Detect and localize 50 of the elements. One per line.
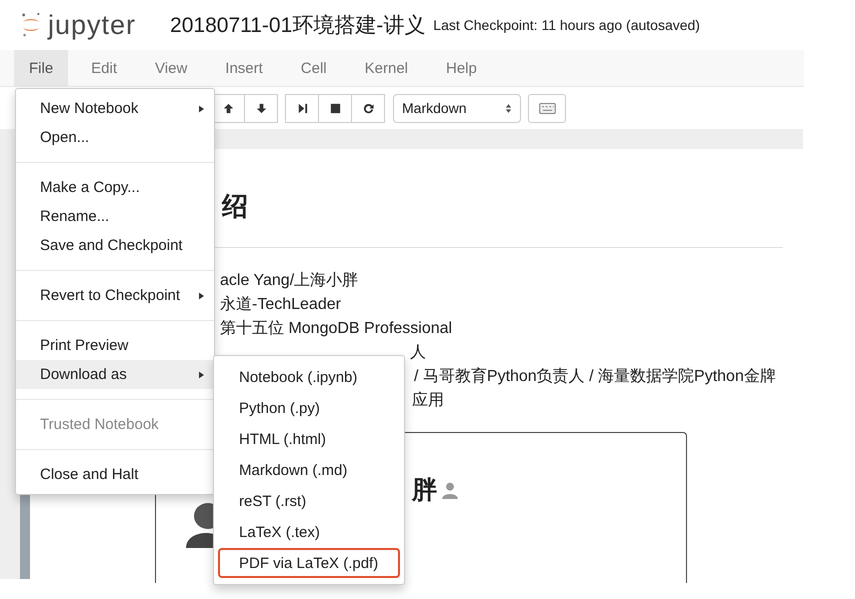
- menu-item[interactable]: Insert: [210, 50, 278, 86]
- text-line: acle Yang/上海小胖: [220, 270, 358, 291]
- menu-entry[interactable]: Revert to Checkpoint: [16, 281, 214, 310]
- menu-entry-label: Print Preview: [40, 337, 128, 354]
- checkpoint-status: Last Checkpoint: 11 hours ago (autosaved): [433, 17, 700, 33]
- menu-entry[interactable]: LaTeX (.tex): [218, 517, 400, 547]
- keyboard-icon: [538, 102, 556, 114]
- logo-icon: [20, 11, 42, 39]
- menu-entry[interactable]: reST (.rst): [218, 486, 400, 516]
- toolbar-button[interactable]: [244, 94, 278, 122]
- menu-entry[interactable]: Notebook (.ipynb): [218, 362, 400, 392]
- toolbar-button[interactable]: [318, 94, 352, 122]
- text-line: 应用: [412, 390, 444, 411]
- menu-item[interactable]: Edit: [76, 50, 132, 86]
- menu-item[interactable]: Help: [431, 50, 492, 86]
- menu-entry[interactable]: Python (.py): [218, 393, 400, 423]
- menu-entry[interactable]: HTML (.html): [218, 424, 400, 454]
- profile-name: 胖: [412, 475, 437, 506]
- notebook-title[interactable]: 20180711-01环境搭建-讲义: [170, 11, 426, 39]
- arrow-up-icon: [222, 102, 234, 114]
- menu-entry[interactable]: Open...: [16, 123, 214, 152]
- sort-caret-icon: [505, 102, 512, 114]
- menu-entry[interactable]: Print Preview: [16, 331, 214, 360]
- arrow-down-icon: [254, 102, 268, 114]
- menu-item[interactable]: View: [140, 50, 202, 86]
- text-line: 第十五位 MongoDB Professional: [220, 318, 452, 339]
- menu-entry-label: New Notebook: [40, 100, 138, 117]
- menu-entry-label: Trusted Notebook: [40, 416, 159, 433]
- menu-entry-label: Close and Halt: [40, 466, 138, 483]
- menu-entry[interactable]: PDF via LaTeX (.pdf): [218, 548, 400, 578]
- menu-entry-label: Open...: [40, 129, 90, 146]
- menu-item[interactable]: Cell: [286, 50, 342, 86]
- text-line: / 马哥教育Python负责人 / 海量数据学院Python金牌: [414, 366, 776, 387]
- person-icon: [441, 480, 459, 498]
- menu-entry[interactable]: Close and Halt: [16, 460, 214, 489]
- menu-entry-label: Revert to Checkpoint: [40, 287, 180, 304]
- restart-icon: [362, 102, 374, 114]
- menu-entry[interactable]: Markdown (.md): [218, 455, 400, 485]
- stop-icon: [328, 102, 342, 114]
- toolbar-button[interactable]: [351, 94, 385, 122]
- cell-type-select[interactable]: Markdown: [393, 94, 521, 122]
- menu-entry[interactable]: Download as: [16, 360, 214, 389]
- text-line: 永道-TechLeader: [220, 294, 341, 315]
- text-line: 人: [410, 343, 426, 363]
- menu-entry[interactable]: New Notebook: [16, 94, 214, 123]
- menu-item[interactable]: File: [14, 50, 68, 86]
- toolbar-button[interactable]: [285, 94, 319, 122]
- logo-text: jupyter: [48, 10, 136, 40]
- menu-item[interactable]: Kernel: [350, 50, 423, 86]
- menu-entry-label: Download as: [40, 366, 127, 383]
